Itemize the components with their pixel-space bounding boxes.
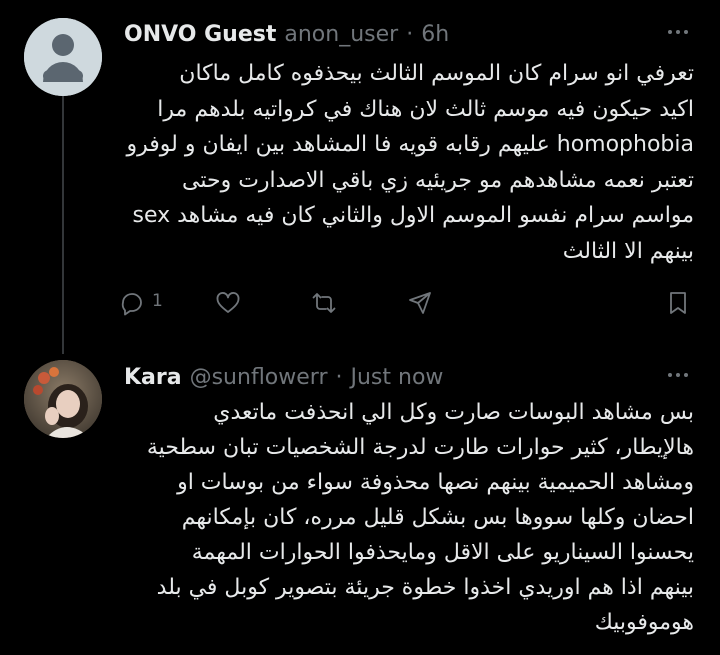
post-body-line: احضان وكلها سووها بس بشكل قليل مرره، كان… bbox=[181, 505, 694, 530]
post-body-line: هوموفوبيك bbox=[594, 610, 694, 635]
header-separator: · bbox=[335, 365, 343, 390]
retweet-icon bbox=[312, 293, 336, 313]
post-onvo-guest[interactable]: ONVO Guest anon_user · 6h تعرفي انو سرام… bbox=[0, 0, 720, 345]
post-body-line: بينهم الا الثالث bbox=[562, 238, 694, 264]
post-body-line: هالإيطار، كثير حوارات طارت لدرجة الشخصيا… bbox=[146, 435, 694, 460]
bookmark-icon bbox=[670, 292, 686, 314]
heart-icon bbox=[216, 292, 240, 313]
post-header: Kara @sunflowerr · Just now bbox=[124, 365, 443, 395]
post-timestamp[interactable]: Just now bbox=[351, 365, 444, 390]
like-button[interactable] bbox=[214, 286, 242, 320]
post-body-line: مواسم سرام نفسو الموسم الاول والثاني كان… bbox=[132, 203, 695, 228]
retweet-button[interactable] bbox=[310, 286, 338, 320]
profile-photo-avatar bbox=[24, 360, 102, 438]
reply-bubble-icon bbox=[121, 293, 142, 316]
header-separator: · bbox=[406, 22, 414, 47]
post-timestamp[interactable]: 6h bbox=[421, 22, 449, 47]
more-options-icon[interactable] bbox=[668, 30, 688, 34]
post-body-line: تعرفي انو سرام كان الموسم الثالث بيحذفوه… bbox=[179, 61, 694, 86]
post-body-line: بينهم اذا هم اوريدي اخذوا خطوة جريئة بتص… bbox=[156, 575, 694, 600]
avatar[interactable] bbox=[24, 360, 102, 438]
bookmark-button[interactable] bbox=[664, 286, 692, 320]
post-body-line: homophobia عليهم رقابه قويه فا المشاهد ب… bbox=[126, 132, 694, 157]
post-header: ONVO Guest anon_user · 6h bbox=[124, 22, 449, 52]
author-name[interactable]: Kara bbox=[124, 365, 182, 390]
post-actions: 1 bbox=[118, 286, 698, 320]
post-kara[interactable]: Kara @sunflowerr · Just now بس مشاهد الب… bbox=[0, 345, 720, 655]
more-options-icon[interactable] bbox=[668, 373, 688, 377]
post-body-line: تعتبر نعمه مشاهدهم مو جريئيه زي باقي الا… bbox=[182, 167, 694, 193]
post-body-line: يحسنوا السيناريو على الاقل ومايحذفوا الح… bbox=[191, 540, 694, 565]
post-body-line: بس مشاهد البوسات صارت وكل الي انحذفت مات… bbox=[213, 400, 694, 425]
post-body: تعرفي انو سرام كان الموسم الثالث بيحذفوه… bbox=[124, 56, 694, 269]
post-body-line: ومشاهد الحميمية بينهم نصها محذوفة سواء م… bbox=[177, 470, 694, 495]
reply-button[interactable]: 1 bbox=[118, 286, 163, 320]
share-icon bbox=[409, 292, 431, 314]
author-handle[interactable]: @sunflowerr bbox=[190, 365, 328, 390]
default-user-avatar-icon bbox=[24, 18, 102, 96]
avatar[interactable] bbox=[24, 18, 102, 96]
reply-count: 1 bbox=[152, 291, 163, 311]
share-button[interactable] bbox=[406, 286, 434, 320]
author-handle[interactable]: anon_user bbox=[284, 22, 398, 47]
post-body: بس مشاهد البوسات صارت وكل الي انحذفت مات… bbox=[124, 395, 694, 640]
post-body-line: اكيد حيكون فيه موسم ثالث لان هناك في كرو… bbox=[157, 96, 694, 122]
author-name[interactable]: ONVO Guest bbox=[124, 22, 276, 47]
